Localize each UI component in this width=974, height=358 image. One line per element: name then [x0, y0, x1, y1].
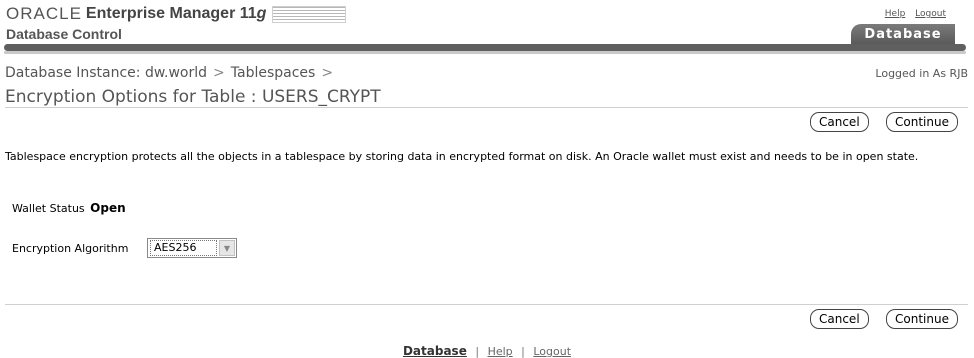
bottom-divider [5, 304, 968, 305]
page-title: Encryption Options for Table : USERS_CRY… [5, 87, 381, 107]
chevron-down-icon[interactable]: ▼ [219, 240, 235, 256]
encryption-algorithm-value: AES256 [150, 240, 217, 256]
breadcrumb-item-tablespaces[interactable]: Tablespaces [231, 65, 316, 81]
footer-help-link[interactable]: Help [488, 345, 513, 358]
cancel-button[interactable]: Cancel [810, 112, 869, 132]
footer-separator: | [475, 345, 480, 358]
footer-links: Database | Help | Logout [0, 344, 974, 358]
breadcrumb: Database Instance: dw.world > Tablespaces > [5, 65, 339, 81]
encryption-algorithm-label: Encryption Algorithm [12, 242, 129, 255]
product-subtitle: Database Control [6, 26, 122, 42]
continue-button-bottom[interactable]: Continue [886, 309, 958, 329]
header-bar [4, 44, 966, 51]
wallet-status-value: Open [90, 201, 126, 215]
header-bar-shadow [4, 51, 966, 54]
footer-separator: | [521, 345, 525, 358]
help-link[interactable]: Help [885, 9, 906, 19]
footer-database-link[interactable]: Database [403, 344, 467, 358]
brand-stripes-graphic [272, 5, 347, 23]
continue-button[interactable]: Continue [886, 112, 958, 132]
encryption-description: Tablespace encryption protects all the o… [5, 150, 919, 163]
title-divider [5, 107, 968, 108]
wallet-status: Wallet Status Open [12, 201, 126, 215]
wallet-status-label: Wallet Status [12, 202, 85, 215]
cancel-button-bottom[interactable]: Cancel [810, 309, 869, 329]
encryption-algorithm-select[interactable]: AES256 ▼ [147, 238, 237, 258]
breadcrumb-separator: > [213, 65, 225, 81]
footer-logout-link[interactable]: Logout [533, 345, 571, 358]
breadcrumb-separator: > [321, 65, 334, 81]
product-name: Enterprise Manager 11g [85, 5, 267, 22]
logged-in-user: Logged in As RJB [875, 67, 968, 80]
oracle-logo: ORACLE [6, 4, 82, 23]
global-links: Help Logout [878, 9, 946, 19]
tab-database[interactable]: Database [851, 24, 955, 44]
breadcrumb-item-database-instance[interactable]: Database Instance: dw.world [5, 65, 207, 81]
branding: ORACLE Enterprise Manager 11g Database C… [6, 3, 347, 42]
logout-link[interactable]: Logout [915, 9, 946, 19]
